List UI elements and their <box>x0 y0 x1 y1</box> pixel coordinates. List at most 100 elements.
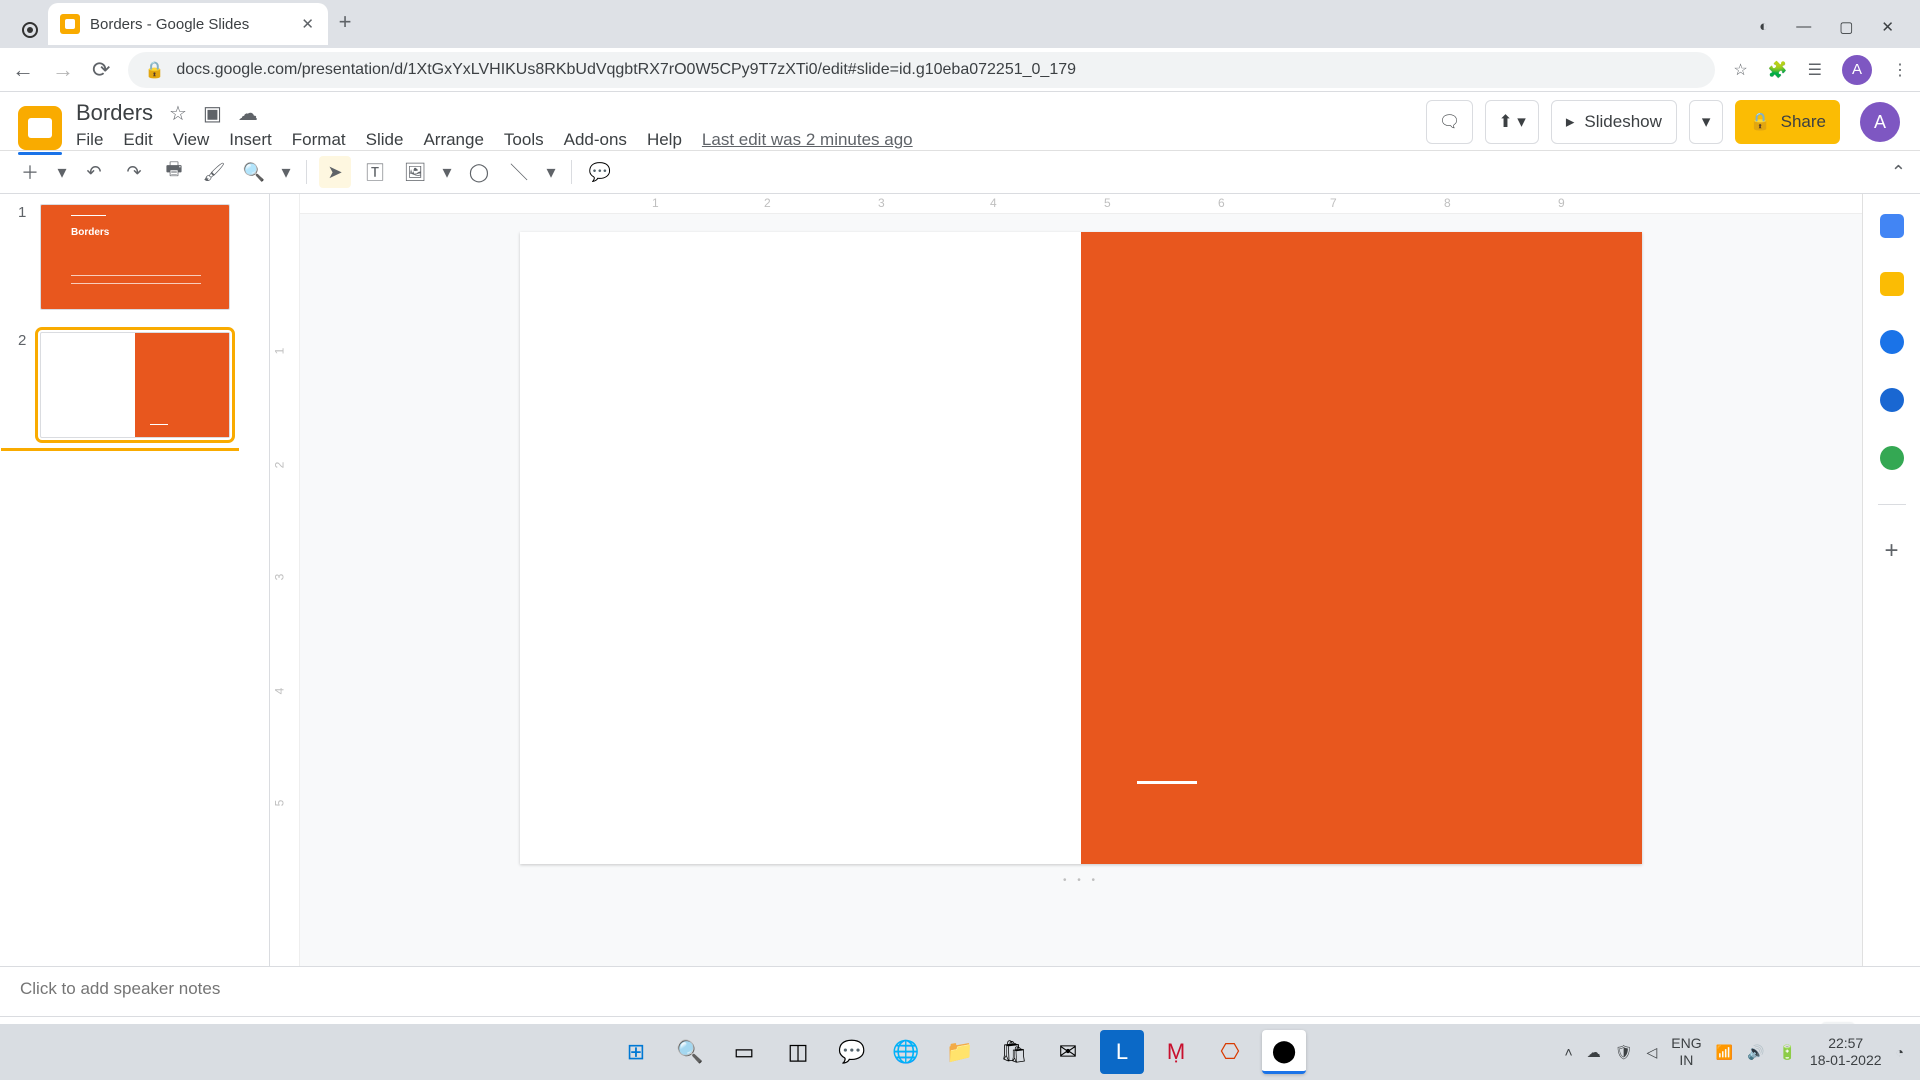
thumb-row-1: 1 Borders <box>18 204 255 310</box>
present-dropdown[interactable]: ⬆ ▾ <box>1485 100 1539 144</box>
slide-canvas[interactable] <box>520 232 1642 864</box>
menu-tools[interactable]: Tools <box>504 130 544 150</box>
tab-strip: Borders - Google Slides ✕ + <box>48 0 362 48</box>
accent-line[interactable] <box>1137 781 1197 784</box>
maximize-icon[interactable]: ▢ <box>1839 18 1853 36</box>
extensions-icon[interactable]: 🧩 <box>1768 60 1788 80</box>
calendar-icon[interactable] <box>1880 214 1904 238</box>
forward-icon[interactable]: → <box>52 57 74 83</box>
contacts-icon[interactable] <box>1880 388 1904 412</box>
task-view-icon[interactable]: ▭ <box>722 1030 766 1074</box>
menu-addons[interactable]: Add-ons <box>564 130 627 150</box>
onedrive-icon[interactable]: ☁ <box>1587 1044 1601 1061</box>
menu-help[interactable]: Help <box>647 130 682 150</box>
profile-avatar[interactable]: A <box>1842 55 1872 85</box>
line-dropdown-icon[interactable]: ▾ <box>543 156 559 188</box>
move-icon[interactable]: ▣ <box>203 101 222 126</box>
slideshow-dropdown[interactable]: ▾ <box>1689 100 1724 144</box>
zoom-button[interactable]: 🔍 <box>238 156 270 188</box>
minimize-icon[interactable]: — <box>1796 18 1811 36</box>
image-tool-button[interactable]: 🖼 <box>399 156 431 188</box>
edge-icon[interactable]: 🌐 <box>884 1030 928 1074</box>
start-icon[interactable]: ⊞ <box>614 1030 658 1074</box>
orange-shape[interactable] <box>1081 232 1642 864</box>
last-edit[interactable]: Last edit was 2 minutes ago <box>702 130 913 150</box>
account-avatar[interactable]: A <box>1860 102 1900 142</box>
new-tab-button[interactable]: + <box>328 5 362 39</box>
chevron-up-icon[interactable]: ˄ <box>1565 1044 1573 1060</box>
menu-slide[interactable]: Slide <box>366 130 404 150</box>
tasks-icon[interactable] <box>1880 330 1904 354</box>
undo-button[interactable]: ↶ <box>78 156 110 188</box>
comments-button[interactable]: 🗨 <box>1426 100 1474 144</box>
star-icon[interactable]: ☆ <box>169 101 187 126</box>
zoom-dropdown-icon[interactable]: ▾ <box>278 156 294 188</box>
maps-icon[interactable] <box>1880 446 1904 470</box>
chrome-icon[interactable]: ⬤ <box>1262 1030 1306 1074</box>
search-icon[interactable]: 🔍 <box>668 1030 712 1074</box>
notes-resize-handle[interactable]: • • • <box>300 874 1862 886</box>
paint-format-button[interactable]: 🖌 <box>198 156 230 188</box>
new-slide-dropdown-icon[interactable]: ▾ <box>54 156 70 188</box>
keep-icon[interactable] <box>1880 272 1904 296</box>
redo-button[interactable]: ↷ <box>118 156 150 188</box>
toolbar: ＋ ▾ ↶ ↷ 🖶 🖌 🔍 ▾ ➤ 🅃 🖼 ▾ ◯ ＼ ▾ 💬 ⌃ <box>0 150 1920 194</box>
record-icon <box>22 22 38 38</box>
office-icon[interactable]: ⎔ <box>1208 1030 1252 1074</box>
shape-tool-button[interactable]: ◯ <box>463 156 495 188</box>
battery-icon[interactable]: 🔋 <box>1778 1044 1795 1061</box>
filmstrip[interactable]: 1 Borders 2 <box>0 194 270 966</box>
mcafee-icon[interactable]: Ṃ <box>1154 1030 1198 1074</box>
language-indicator[interactable]: ENGIN <box>1671 1035 1701 1069</box>
collapse-toolbar-icon[interactable]: ⌃ <box>1891 162 1906 183</box>
reload-icon[interactable]: ⟳ <box>92 57 110 83</box>
mail-icon[interactable]: ✉ <box>1046 1030 1090 1074</box>
slide-number: 1 <box>18 204 30 310</box>
print-button[interactable]: 🖶 <box>158 156 190 188</box>
store-icon[interactable]: 🛍 <box>992 1030 1036 1074</box>
textbox-tool-button[interactable]: 🅃 <box>359 156 391 188</box>
toggle-dark-icon[interactable]: ◐ <box>1759 18 1768 36</box>
chat-icon[interactable]: 💬 <box>830 1030 874 1074</box>
tray-badge-icon[interactable]: 🛡 <box>1615 1044 1633 1061</box>
menu-edit[interactable]: Edit <box>123 130 152 150</box>
volume-icon[interactable]: 🔊 <box>1747 1044 1764 1061</box>
new-slide-button[interactable]: ＋ <box>14 156 46 188</box>
cloud-saved-icon[interactable]: ☁ <box>238 101 258 126</box>
toolbar-separator <box>306 160 307 184</box>
slides-favicon-icon <box>60 14 80 34</box>
notifications-icon[interactable]: ◔ <box>1896 1044 1904 1060</box>
slideshow-button[interactable]: ▸Slideshow <box>1551 100 1677 144</box>
select-tool-button[interactable]: ➤ <box>319 156 351 188</box>
bookmark-star-icon[interactable]: ☆ <box>1733 60 1747 80</box>
add-addon-icon[interactable]: + <box>1880 539 1904 563</box>
omnibox[interactable]: 🔒 docs.google.com/presentation/d/1XtGxYx… <box>128 52 1715 88</box>
tab-close-icon[interactable]: ✕ <box>301 15 314 33</box>
wifi-icon[interactable]: 📶 <box>1716 1044 1733 1061</box>
share-button[interactable]: 🔒Share <box>1735 100 1840 144</box>
menu-arrange[interactable]: Arrange <box>423 130 483 150</box>
app-l-icon[interactable]: L <box>1100 1030 1144 1074</box>
chrome-menu-icon[interactable]: ⋮ <box>1892 60 1908 80</box>
menu-view[interactable]: View <box>173 130 210 150</box>
slides-logo-icon[interactable] <box>18 106 62 150</box>
slide-thumbnail-2[interactable] <box>40 332 230 438</box>
clock[interactable]: 22:5718-01-2022 <box>1810 1035 1882 1069</box>
menu-insert[interactable]: Insert <box>229 130 272 150</box>
widgets-icon[interactable]: ◫ <box>776 1030 820 1074</box>
menu-file[interactable]: File <box>76 130 103 150</box>
close-window-icon[interactable]: ✕ <box>1881 18 1894 36</box>
back-icon[interactable]: ← <box>12 57 34 83</box>
image-dropdown-icon[interactable]: ▾ <box>439 156 455 188</box>
slide-thumbnail-1[interactable]: Borders <box>40 204 230 310</box>
line-tool-button[interactable]: ＼ <box>503 156 535 188</box>
comment-tool-button[interactable]: 💬 <box>584 156 616 188</box>
doc-title[interactable]: Borders <box>76 100 153 126</box>
window-controls: ◐ — ▢ ✕ <box>1759 18 1912 48</box>
speaker-notes[interactable]: Click to add speaker notes <box>0 966 1920 1016</box>
explorer-icon[interactable]: 📁 <box>938 1030 982 1074</box>
menu-format[interactable]: Format <box>292 130 346 150</box>
location-icon[interactable]: ◁ <box>1646 1044 1657 1061</box>
browser-tab[interactable]: Borders - Google Slides ✕ <box>48 3 328 45</box>
reading-list-icon[interactable]: ☰ <box>1808 60 1822 80</box>
